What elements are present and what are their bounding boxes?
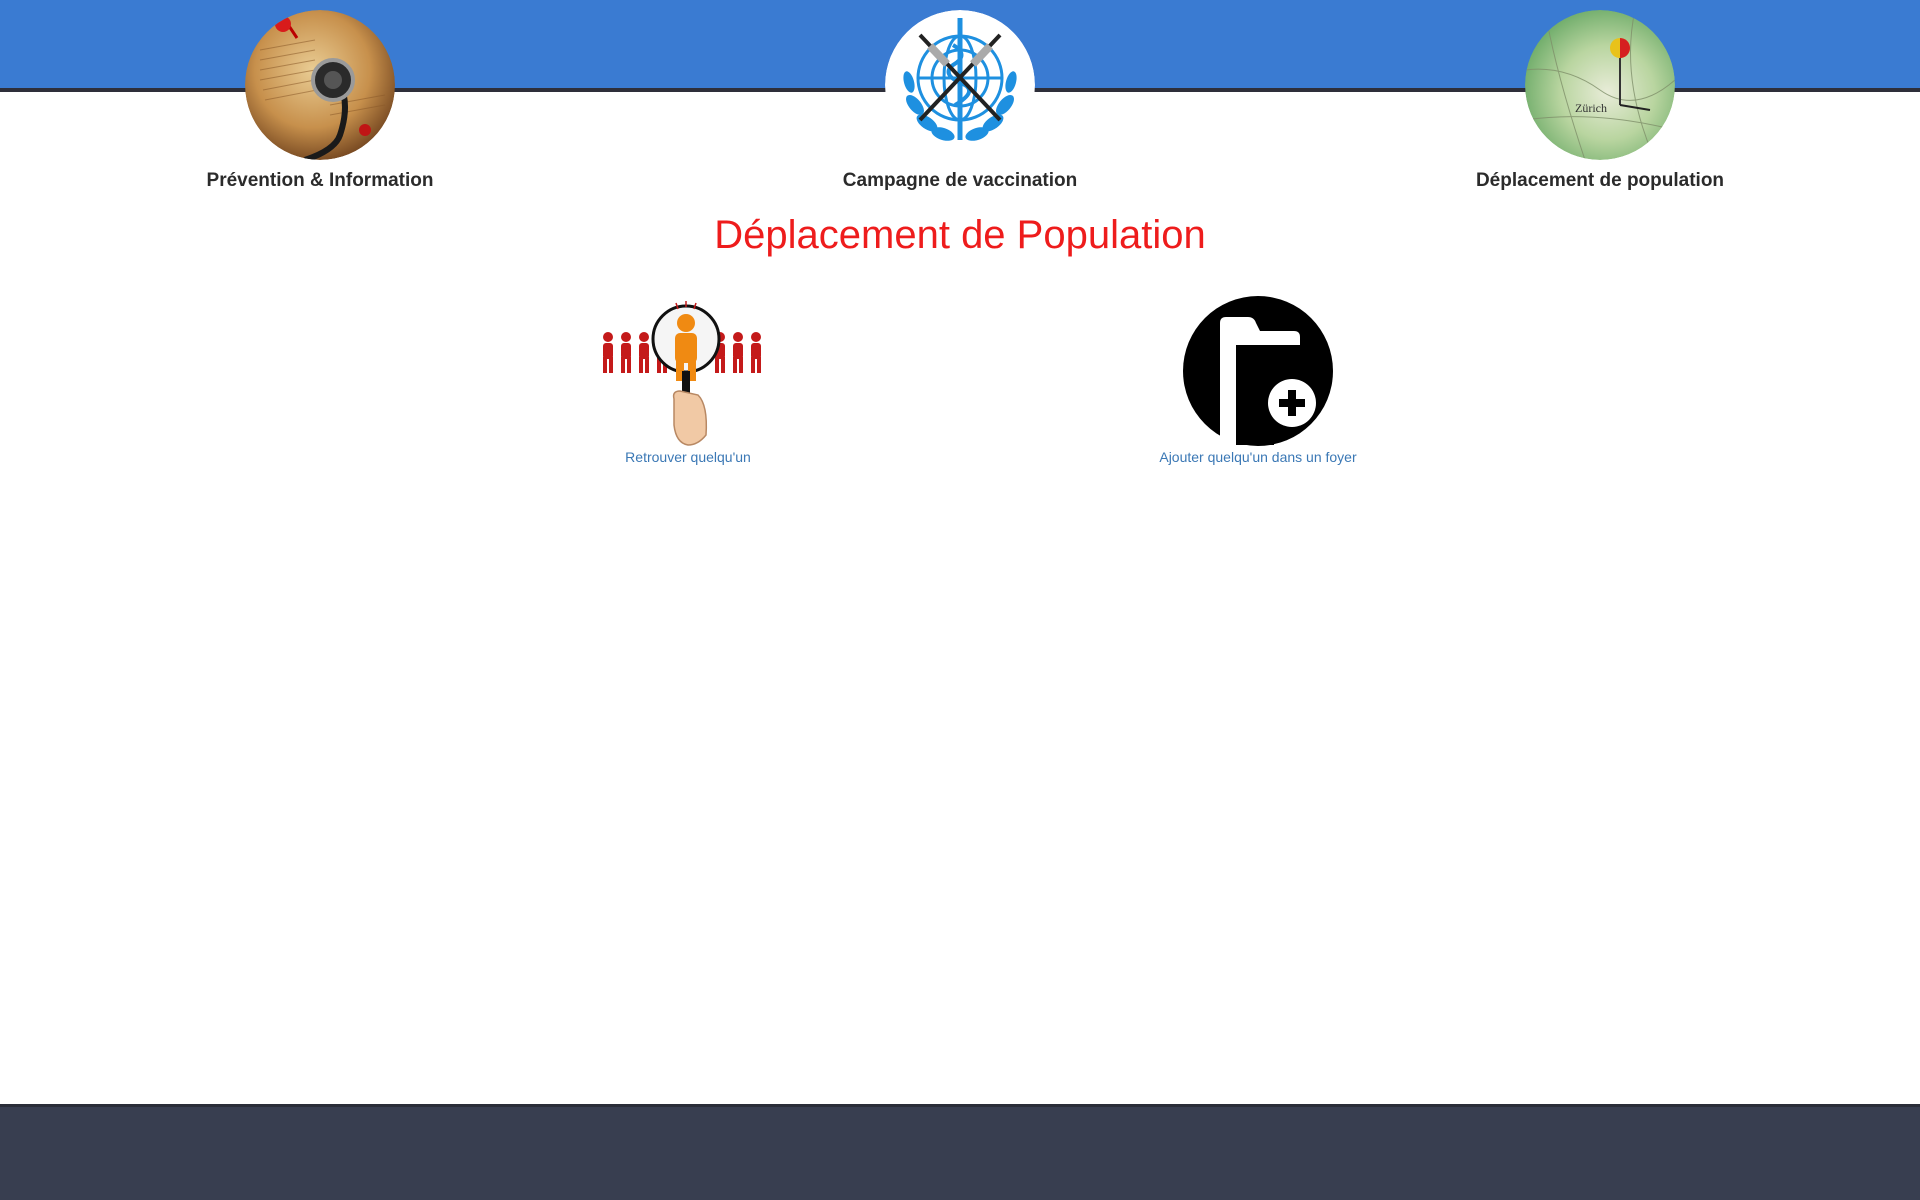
add-to-household-label: Ajouter quelqu'un dans un foyer — [1159, 449, 1357, 465]
find-someone-label: Retrouver quelqu'un — [625, 449, 751, 465]
add-to-household-button[interactable]: Ajouter quelqu'un dans un foyer — [1048, 295, 1468, 465]
page: Prévention & Information Campagne de vac… — [0, 0, 1920, 1200]
nav-population-movement[interactable]: Zürich Déplacement de population — [1420, 10, 1780, 192]
nav-vaccination-campaign[interactable]: Campagne de vaccination — [780, 10, 1140, 192]
footer — [0, 1104, 1920, 1200]
find-someone-button[interactable]: Retrouver quelqu'un — [478, 295, 898, 465]
who-syringe-emblem-icon — [885, 10, 1035, 160]
nav-label: Prévention & Information — [206, 170, 434, 191]
stethoscope-book-icon — [245, 10, 395, 160]
page-title: Déplacement de Population — [714, 213, 1206, 257]
folder-add-icon — [1183, 296, 1333, 446]
nav-label: Déplacement de population — [1475, 170, 1725, 191]
map-city-label: Zürich — [1575, 101, 1607, 115]
map-pin-zurich-icon: Zürich — [1525, 10, 1675, 160]
nav-label: Campagne de vaccination — [842, 170, 1078, 191]
magnifier-people-icon — [603, 301, 761, 446]
nav-prevention-information[interactable]: Prévention & Information — [140, 10, 500, 192]
